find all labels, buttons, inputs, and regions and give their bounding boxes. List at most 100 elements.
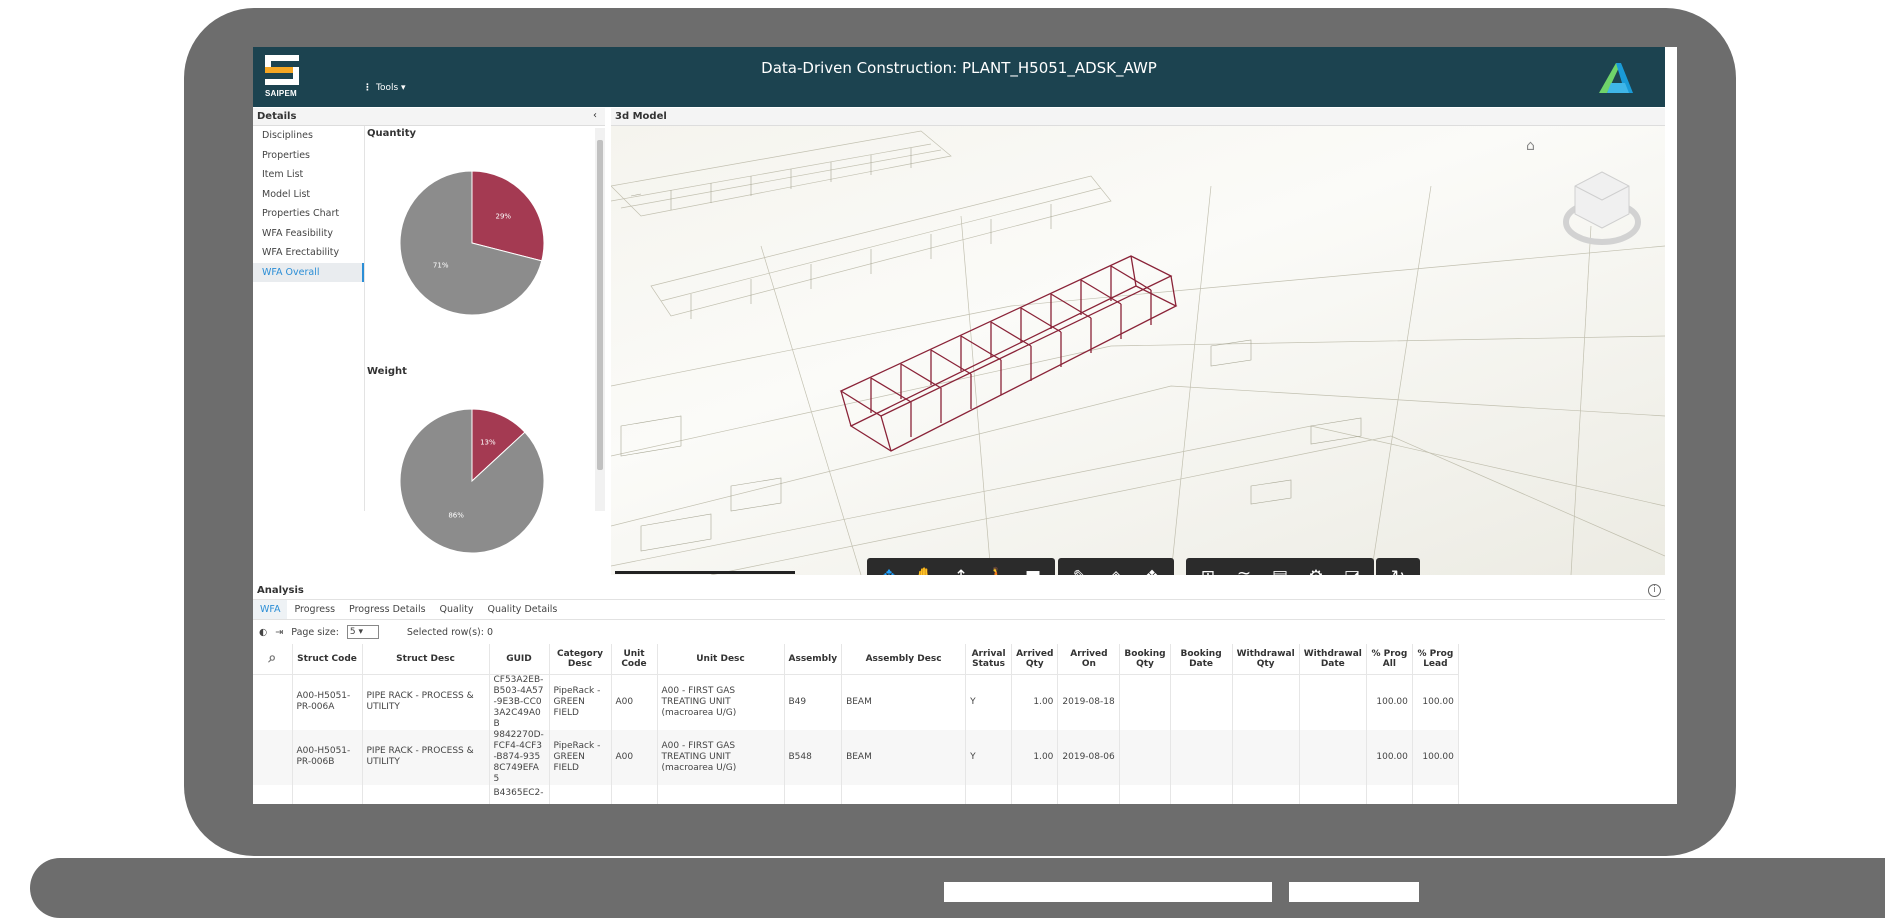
export-icon[interactable]: ⇥ [275,627,283,638]
toggle-columns-icon[interactable]: ◐ [259,627,267,638]
col-struct-desc[interactable]: Struct Desc [362,644,490,675]
analysis-title: Analysis [257,585,304,596]
nav-item-item-list[interactable]: Item List [253,165,364,185]
properties-icon[interactable]: ▤ [1262,558,1298,575]
viewcube[interactable] [1557,154,1647,268]
cell [1299,729,1367,785]
cell: 100.00 [1412,729,1459,785]
cell: B548 [784,729,843,785]
cell [1299,784,1367,804]
caret-down-icon: ▾ [401,83,406,93]
col-assembly-desc[interactable]: Assembly Desc [841,644,967,675]
table-row[interactable]: B4365EC2- [253,784,1459,804]
col-prog-all[interactable]: % Prog All [1366,644,1413,675]
weight-pie-chart: 13% 86% [399,408,545,554]
cell [784,784,843,804]
col-struct-code[interactable]: Struct Code [292,644,363,675]
col-withdrawal-qty[interactable]: Withdrawal Qty [1232,644,1300,675]
model-browser-icon[interactable]: ⊞ [1190,558,1226,575]
cell: PIPE RACK - PROCESS & UTILITY [362,674,490,730]
col-assembly[interactable]: Assembly [784,644,843,675]
cell: 100.00 [1366,729,1413,785]
tab-quality-details[interactable]: Quality Details [480,600,564,619]
navigation-toolbar: ✥ ✋ ↕ 🚶 ■ [867,558,1055,575]
pie-slice-label: 86% [448,511,464,519]
nav-item-properties[interactable]: Properties [253,146,364,166]
cell: A00-H5051-PR-006A [292,674,363,730]
measure-icon[interactable]: ✎ [1062,558,1098,575]
table-row[interactable]: A00-H5051-PR-006B PIPE RACK - PROCESS & … [253,729,1459,785]
cell [549,784,612,804]
nav-item-wfa-feasibility[interactable]: WFA Feasibility [253,224,364,244]
cell [1119,674,1171,730]
row-select-cell[interactable] [253,674,293,730]
col-unit-desc[interactable]: Unit Desc [657,644,785,675]
app-title: Data-Driven Construction: PLANT_H5051_AD… [761,59,1157,77]
analysis-tabs: WFA Progress Progress Details Quality Qu… [253,600,1665,620]
col-booking-qty[interactable]: Booking Qty [1119,644,1171,675]
3d-model-viewer[interactable]: ⌂ ✥ ✋ ↕ 🚶 ■ ✎ ◈ ❖ ⊞ ≋ ▤ ⚙ ◪ ↻ [611,126,1665,575]
col-category-desc[interactable]: Category Desc [549,644,612,675]
tab-progress[interactable]: Progress [287,600,342,619]
nav-item-wfa-erectability[interactable]: WFA Erectability [253,243,364,263]
explode-icon[interactable]: ❖ [1134,558,1170,575]
info-icon[interactable]: i [1648,584,1661,597]
measure-toolbar: ✎ ◈ ❖ [1058,558,1174,575]
cell [362,784,490,804]
col-arrival-status[interactable]: Arrival Status [965,644,1013,675]
chevron-left-icon[interactable]: ‹ [593,110,597,121]
col-withdrawal-date[interactable]: Withdrawal Date [1299,644,1367,675]
cell: Y [965,674,1013,730]
section-icon[interactable]: ◈ [1098,558,1134,575]
camera-icon[interactable]: ■ [1015,558,1051,575]
search-icon[interactable]: ⌕ [268,650,276,666]
quantity-pie-chart: 29% 71% [399,170,545,316]
nav-item-wfa-overall[interactable]: WFA Overall [253,262,364,282]
tools-menu[interactable]: ⋮ Tools ▾ [363,83,406,93]
cell: A00 [611,729,658,785]
layers-icon[interactable]: ≋ [1226,558,1262,575]
col-unit-code[interactable]: Unit Code [611,644,658,675]
cell: CF53A2EB-B503-4A57-9E3B-CC03A2C49A0B [489,674,550,730]
details-scrollbar[interactable] [595,128,605,511]
grid-toolbar: ◐ ⇥ Page size: 5 ▾ Selected row(s): 0 [259,625,493,639]
page-size-select[interactable]: 5 ▾ [346,625,379,639]
pan-icon[interactable]: ✋ [907,558,943,575]
col-booking-date[interactable]: Booking Date [1170,644,1233,675]
tab-wfa[interactable]: WFA [253,600,288,619]
scrollbar-thumb[interactable] [597,140,603,470]
details-title: Details [257,111,297,122]
search-column[interactable]: ⌕ [253,644,293,675]
row-select-cell[interactable] [253,729,293,785]
orbit-icon[interactable]: ✥ [871,558,907,575]
app-header: SAIPEM ⋮ Tools ▾ Data-Driven Construction… [253,47,1665,107]
fullscreen-icon[interactable]: ◪ [1334,558,1370,575]
cell [1299,674,1367,730]
nav-item-disciplines[interactable]: Disciplines [253,126,364,146]
col-arrived-qty[interactable]: Arrived Qty [1011,644,1059,675]
cell [1366,784,1413,804]
reset-icon[interactable]: ↻ [1380,558,1416,575]
zoom-icon[interactable]: ↕ [943,558,979,575]
col-prog-lead[interactable]: % Prog Lead [1412,644,1459,675]
kebab-icon: ⋮ [363,83,372,93]
cell [1232,674,1300,730]
home-icon[interactable]: ⌂ [1526,138,1535,154]
walk-icon[interactable]: 🚶 [979,558,1015,575]
viewer-title: 3d Model [615,111,667,122]
col-arrived-on[interactable]: Arrived On [1057,644,1121,675]
tab-quality[interactable]: Quality [433,600,481,619]
cell [1119,784,1171,804]
row-select-cell[interactable] [253,784,293,804]
cell: 100.00 [1366,674,1413,730]
details-header: Details ‹ [253,108,605,126]
viewer-header: 3d Model [611,108,1665,126]
cell [1011,784,1059,804]
settings-icon[interactable]: ⚙ [1298,558,1334,575]
col-guid[interactable]: GUID [489,644,550,675]
nav-item-model-list[interactable]: Model List [253,185,364,205]
tab-progress-details[interactable]: Progress Details [342,600,433,619]
table-row[interactable]: A00-H5051-PR-006A PIPE RACK - PROCESS & … [253,674,1459,730]
nav-item-properties-chart[interactable]: Properties Chart [253,204,364,224]
cell: B4365EC2- [489,784,550,804]
